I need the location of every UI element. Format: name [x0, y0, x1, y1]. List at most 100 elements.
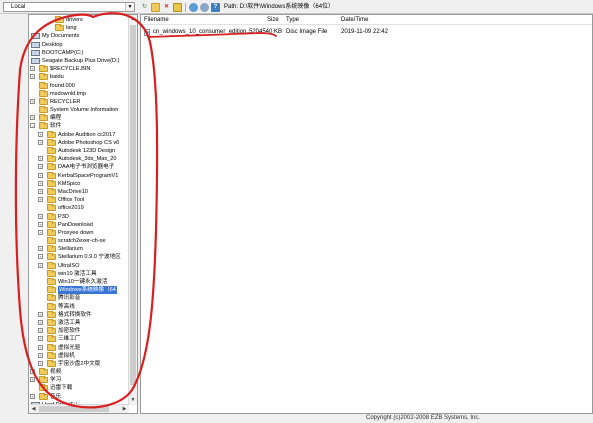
- column-filename[interactable]: Filename: [144, 15, 169, 25]
- tree-item[interactable]: -Seagate Backup Plus Drive(D:): [29, 57, 137, 65]
- new-folder-icon[interactable]: [151, 2, 160, 12]
- expand-icon[interactable]: +: [30, 393, 35, 399]
- expand-icon[interactable]: +: [38, 180, 43, 186]
- folder-tree-pane[interactable]: driverslang+My Documents+Desktop+BOOTCAM…: [28, 14, 138, 414]
- column-datetime[interactable]: Date/Time: [341, 15, 368, 25]
- tree-item[interactable]: + KerbalSpaceProgramV1: [29, 171, 137, 180]
- expand-icon[interactable]: +: [38, 188, 43, 194]
- tree-item[interactable]: 腾讯影音: [29, 294, 137, 302]
- tree-item[interactable]: office2019: [29, 204, 137, 212]
- tree-item[interactable]: found.000: [29, 81, 137, 90]
- help-icon[interactable]: ?: [211, 2, 220, 12]
- tree-item[interactable]: 等高线: [29, 302, 137, 311]
- tree-item[interactable]: + Adobe Audition cc2017: [29, 130, 137, 139]
- tree-vertical-scrollbar[interactable]: ▲ ▼: [128, 15, 137, 405]
- expand-icon[interactable]: +: [38, 156, 43, 162]
- tree-item[interactable]: + PanDownload: [29, 220, 137, 229]
- scroll-thumb[interactable]: [130, 25, 136, 385]
- scroll-right-icon[interactable]: ▶: [120, 405, 129, 413]
- tree-item[interactable]: drivers: [29, 16, 137, 24]
- tree-item[interactable]: + DAA电子书浏览器电子: [29, 163, 137, 171]
- tree-item[interactable]: + Stellarium: [29, 245, 137, 253]
- tree-item[interactable]: + baidu: [29, 73, 137, 81]
- tree-item[interactable]: + Stellarium 0.9.0 宁波地区: [29, 253, 137, 261]
- tree-item[interactable]: lang: [29, 24, 137, 32]
- column-type[interactable]: Type: [286, 15, 299, 25]
- expand-icon[interactable]: +: [38, 262, 43, 268]
- tree-item[interactable]: msdownld.tmp: [29, 89, 137, 98]
- expand-icon[interactable]: +: [30, 115, 35, 121]
- tree-item[interactable]: + Adobe Photoshop CS v6: [29, 138, 137, 147]
- expand-icon[interactable]: +: [38, 139, 43, 145]
- tree-item[interactable]: + $RECYCLE.BIN: [29, 65, 137, 73]
- tree-horizontal-scrollbar[interactable]: ◀ ▶: [29, 404, 129, 413]
- tree-item[interactable]: + KMSpico: [29, 179, 137, 188]
- tree-item[interactable]: win10 激活工具: [29, 269, 137, 278]
- properties-icon[interactable]: [189, 2, 198, 12]
- expand-icon[interactable]: +: [30, 377, 35, 383]
- tree-item[interactable]: System Volume Information: [29, 106, 137, 114]
- expand-icon[interactable]: +: [38, 131, 43, 137]
- tree-item[interactable]: + 音乐: [29, 392, 137, 401]
- expand-icon[interactable]: +: [38, 164, 43, 170]
- tree-item[interactable]: - 软件: [29, 122, 137, 130]
- tree-item[interactable]: + 格式转换软件: [29, 310, 137, 319]
- tree-item[interactable]: + Autodesk_3ds_Max_20: [29, 155, 137, 163]
- expand-icon[interactable]: +: [30, 74, 35, 80]
- scroll-down-icon[interactable]: ▼: [129, 396, 137, 405]
- expand-icon[interactable]: +: [38, 246, 43, 252]
- collapse-icon[interactable]: -: [30, 123, 35, 129]
- tree-item[interactable]: + 编程: [29, 114, 137, 122]
- expand-icon[interactable]: +: [30, 98, 35, 104]
- expand-icon[interactable]: +: [38, 352, 43, 358]
- tree-item[interactable]: 迅雷下载: [29, 384, 137, 392]
- chevron-down-icon[interactable]: ▼: [125, 3, 134, 11]
- refresh-icon[interactable]: ↻: [140, 3, 149, 12]
- expand-icon[interactable]: +: [38, 229, 43, 235]
- tree-item[interactable]: + P3D: [29, 212, 137, 221]
- expand-icon[interactable]: +: [38, 319, 43, 325]
- expand-icon[interactable]: +: [38, 360, 43, 366]
- expand-icon[interactable]: +: [38, 344, 43, 350]
- delete-icon[interactable]: ✕: [162, 3, 171, 12]
- tree-item[interactable]: + 三维工厂: [29, 335, 137, 343]
- tree-item[interactable]: + 视频: [29, 368, 137, 376]
- tree-item[interactable]: + Proxyee down: [29, 228, 137, 237]
- scroll-up-icon[interactable]: ▲: [129, 15, 137, 24]
- tree-item[interactable]: + 学习: [29, 376, 137, 384]
- expand-icon[interactable]: +: [38, 336, 43, 342]
- tree-item[interactable]: +Desktop: [29, 41, 137, 49]
- tree-item[interactable]: Win10一键永久激活: [29, 278, 137, 286]
- tree-item[interactable]: scratch2exer-ch-se: [29, 237, 137, 245]
- tree-item[interactable]: + Office Tool: [29, 196, 137, 204]
- tree-item[interactable]: + UltraISO: [29, 261, 137, 270]
- tree-item[interactable]: + 加密软件: [29, 327, 137, 335]
- tree-item-selected[interactable]: Windows系统映像（64: [29, 286, 137, 295]
- tree-item[interactable]: + RECYCLER: [29, 97, 137, 106]
- expand-icon[interactable]: +: [38, 213, 43, 219]
- expand-icon[interactable]: +: [38, 172, 43, 178]
- rename-icon[interactable]: [173, 2, 182, 12]
- tree-item[interactable]: + 宇宙沙盘2中文版: [29, 359, 137, 368]
- settings-icon[interactable]: [200, 2, 209, 12]
- scroll-left-icon[interactable]: ◀: [29, 405, 38, 413]
- expand-icon[interactable]: +: [38, 311, 43, 317]
- file-list-pane[interactable]: Filename Size Type Date/Time cn_windows_…: [140, 14, 593, 414]
- hscroll-thumb[interactable]: [39, 406, 109, 412]
- tree-item[interactable]: +BOOTCAMP(C:): [29, 49, 137, 57]
- tree-item[interactable]: + 激活工具: [29, 318, 137, 327]
- file-row[interactable]: cn_windows_10_consumer_edition... 520454…: [141, 27, 592, 37]
- tree-item[interactable]: + MacDrive10: [29, 187, 137, 196]
- column-size[interactable]: Size: [267, 15, 279, 25]
- expand-icon[interactable]: +: [38, 197, 43, 203]
- local-path-combobox[interactable]: Local ▼: [3, 2, 135, 12]
- tree-item[interactable]: Autodesk 123D Design: [29, 147, 137, 155]
- expand-icon[interactable]: +: [38, 221, 43, 227]
- tree-item[interactable]: + 虚拟机: [29, 351, 137, 360]
- expand-icon[interactable]: +: [30, 66, 35, 72]
- expand-icon[interactable]: +: [38, 254, 43, 260]
- expand-icon[interactable]: +: [30, 369, 35, 375]
- expand-icon[interactable]: +: [38, 328, 43, 334]
- tree-item[interactable]: + 虚拟光驱: [29, 343, 137, 352]
- tree-item[interactable]: +My Documents: [29, 32, 137, 40]
